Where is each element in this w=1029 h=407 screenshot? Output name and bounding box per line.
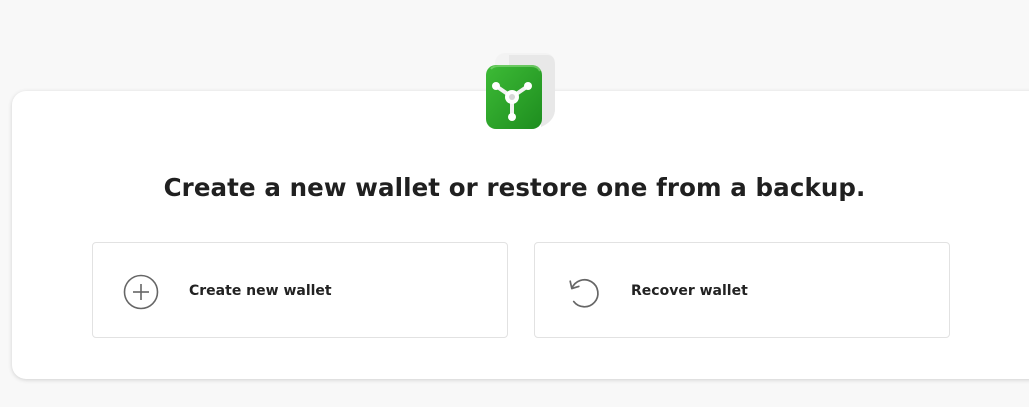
onboarding-page: Create a new wallet or restore one from …	[0, 0, 1029, 407]
page-title: Create a new wallet or restore one from …	[163, 173, 866, 202]
recover-wallet-label: Recover wallet	[631, 283, 748, 299]
recover-wallet-button[interactable]: Recover wallet	[534, 242, 950, 338]
restore-icon	[564, 273, 602, 311]
plus-circle-icon	[122, 273, 160, 311]
wallet-safe-logo-icon	[483, 53, 559, 133]
create-new-wallet-button[interactable]: Create new wallet	[92, 242, 508, 338]
create-new-wallet-label: Create new wallet	[189, 283, 332, 299]
